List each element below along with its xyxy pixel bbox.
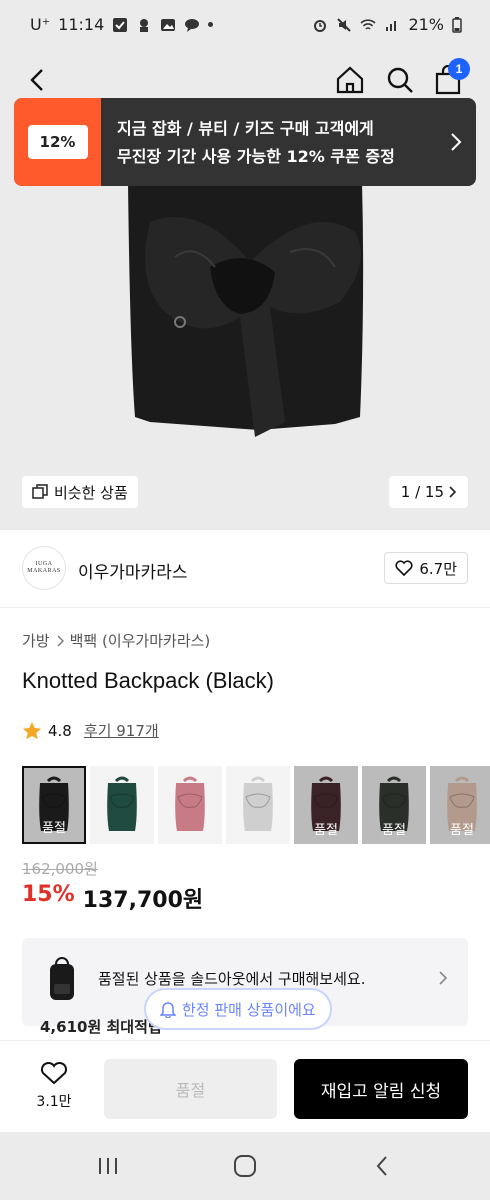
coupon-percent: 12% bbox=[39, 133, 76, 151]
coupon-badge-area: 12% bbox=[14, 98, 101, 186]
brand-like-button[interactable]: 6.7만 bbox=[384, 552, 468, 584]
heart-outline-icon bbox=[395, 560, 413, 576]
product-title: Knotted Backpack (Black) bbox=[22, 668, 274, 693]
back-chevron-icon bbox=[376, 1156, 387, 1176]
similar-products-button[interactable]: 비슷한 상품 bbox=[22, 476, 138, 508]
coupon-banner[interactable]: 12% 지금 잡화 / 뷰티 / 키즈 구매 고객에게 무진장 기간 사용 가능… bbox=[14, 98, 476, 186]
brand-like-count: 6.7만 bbox=[419, 559, 457, 578]
soldout-label: 품절 bbox=[314, 823, 338, 838]
limited-sale-text: 한정 판매 상품이에요 bbox=[182, 1000, 316, 1019]
brand-logo[interactable]: IUGA MAKARAS bbox=[22, 546, 66, 590]
color-thumbnail[interactable] bbox=[158, 766, 222, 844]
max-points-text: 4,610원 최대적립 bbox=[40, 1018, 162, 1036]
original-price: 162,000원 bbox=[22, 860, 98, 878]
search-icon bbox=[387, 67, 413, 93]
chevron-right-icon bbox=[57, 635, 64, 646]
color-thumbnail[interactable]: 품절 bbox=[362, 766, 426, 844]
cart-count-badge: 1 bbox=[448, 58, 470, 80]
sale-price: 137,700원 bbox=[82, 888, 204, 913]
limited-sale-badge: 한정 판매 상품이에요 bbox=[144, 988, 332, 1030]
battery-icon bbox=[452, 16, 462, 33]
home-circle-icon bbox=[234, 1155, 256, 1177]
home-system-button[interactable] bbox=[229, 1152, 261, 1180]
breadcrumb-category[interactable]: 가방 bbox=[22, 630, 50, 651]
check-notification-icon bbox=[113, 17, 128, 32]
coupon-line1: 지금 잡화 / 뷰티 / 키즈 구매 고객에게 bbox=[117, 119, 374, 138]
restock-alert-button[interactable]: 재입고 알림 신청 bbox=[294, 1059, 468, 1119]
discount-rate: 15% bbox=[22, 882, 75, 907]
more-notifications-dot bbox=[208, 22, 214, 27]
page-indicator-text: 1 / 15 bbox=[400, 483, 444, 501]
signal-icon bbox=[386, 20, 397, 31]
rating-row: 4.8 후기 917개 bbox=[22, 720, 159, 741]
color-thumbnail[interactable] bbox=[226, 766, 290, 844]
heart-outline-icon bbox=[40, 1061, 68, 1085]
system-back-button[interactable] bbox=[366, 1152, 398, 1180]
color-thumbnails: 품절 품절 품절 품절 bbox=[22, 766, 490, 846]
chat-notification-icon bbox=[185, 18, 200, 32]
image-page-indicator[interactable]: 1 / 15 bbox=[388, 476, 468, 508]
wifi-icon bbox=[360, 18, 376, 30]
back-button[interactable] bbox=[18, 60, 58, 100]
brand-name-link[interactable]: 이우가마카라스 bbox=[78, 558, 187, 583]
system-navigation-bar bbox=[0, 1132, 490, 1200]
star-icon bbox=[23, 721, 41, 739]
chevron-right-icon bbox=[451, 133, 462, 151]
wishlist-button[interactable]: 3.1만 bbox=[22, 1061, 86, 1111]
brand-row: IUGA MAKARAS 이우가마카라스 6.7만 bbox=[0, 530, 490, 608]
copy-icon bbox=[32, 484, 48, 499]
sale-price-row: 15% 137,700원 bbox=[22, 882, 203, 914]
color-thumbnail[interactable] bbox=[90, 766, 154, 844]
color-thumbnail[interactable]: 품절 bbox=[294, 766, 358, 844]
brand-logo-line1: IUGA bbox=[35, 561, 53, 567]
rating-value: 4.8 bbox=[48, 721, 72, 740]
backpack-thumbnail bbox=[50, 957, 74, 1000]
backpack-thumbnail-image bbox=[175, 776, 205, 831]
wishlist-count: 3.1만 bbox=[36, 1094, 72, 1110]
brand-logo-line2: MAKARAS bbox=[27, 568, 61, 574]
back-arrow-icon bbox=[30, 69, 43, 91]
chevron-right-small-icon bbox=[449, 486, 456, 498]
home-button[interactable] bbox=[330, 60, 370, 100]
cart-button[interactable]: 1 bbox=[428, 58, 470, 100]
coupon-ticket: 12% bbox=[27, 125, 88, 159]
battery-percent: 21% bbox=[408, 15, 444, 34]
chevron-right-icon bbox=[439, 971, 448, 985]
purchase-action-bar: 3.1만 품절 재입고 알림 신청 bbox=[0, 1040, 490, 1132]
recent-apps-icon bbox=[99, 1158, 117, 1174]
color-thumbnail[interactable]: 품절 bbox=[430, 766, 490, 844]
soldout-label: 품절 bbox=[450, 823, 474, 838]
mute-icon bbox=[337, 17, 352, 32]
clock: 11:14 bbox=[58, 15, 105, 34]
bell-icon bbox=[160, 1002, 176, 1018]
coupon-line2: 무진장 기간 사용 가능한 12% 쿠폰 증정 bbox=[117, 147, 395, 166]
breadcrumb-subcategory[interactable]: 백팩 (이우가마카라스) bbox=[70, 630, 211, 651]
app-notification-icon bbox=[140, 18, 149, 32]
home-icon bbox=[336, 66, 364, 94]
alarm-icon bbox=[314, 19, 327, 32]
review-link[interactable]: 후기 917개 bbox=[84, 720, 159, 741]
gallery-notification-icon bbox=[161, 18, 176, 31]
soldout-label: 품절 bbox=[382, 823, 406, 838]
soldout-button: 품절 bbox=[104, 1059, 277, 1119]
backpack-thumbnail-image bbox=[107, 776, 137, 831]
color-thumbnail[interactable]: 품절 bbox=[22, 766, 86, 844]
coupon-text: 지금 잡화 / 뷰티 / 키즈 구매 고객에게 무진장 기간 사용 가능한 12… bbox=[101, 98, 436, 186]
coupon-chevron bbox=[436, 98, 476, 186]
soldout-market-text: 품절된 상품을 솔드아웃에서 구매해보세요. bbox=[98, 970, 366, 988]
status-bar: U⁺ 11:14 21% bbox=[0, 0, 490, 52]
search-button[interactable] bbox=[380, 60, 420, 100]
recent-apps-button[interactable] bbox=[92, 1152, 124, 1180]
similar-products-label: 비슷한 상품 bbox=[54, 483, 128, 502]
backpack-thumbnail-image bbox=[243, 776, 273, 831]
soldout-label: 품절 bbox=[42, 821, 66, 836]
breadcrumb: 가방 백팩 (이우가마카라스) bbox=[22, 630, 210, 651]
carrier-label: U⁺ bbox=[30, 15, 51, 34]
